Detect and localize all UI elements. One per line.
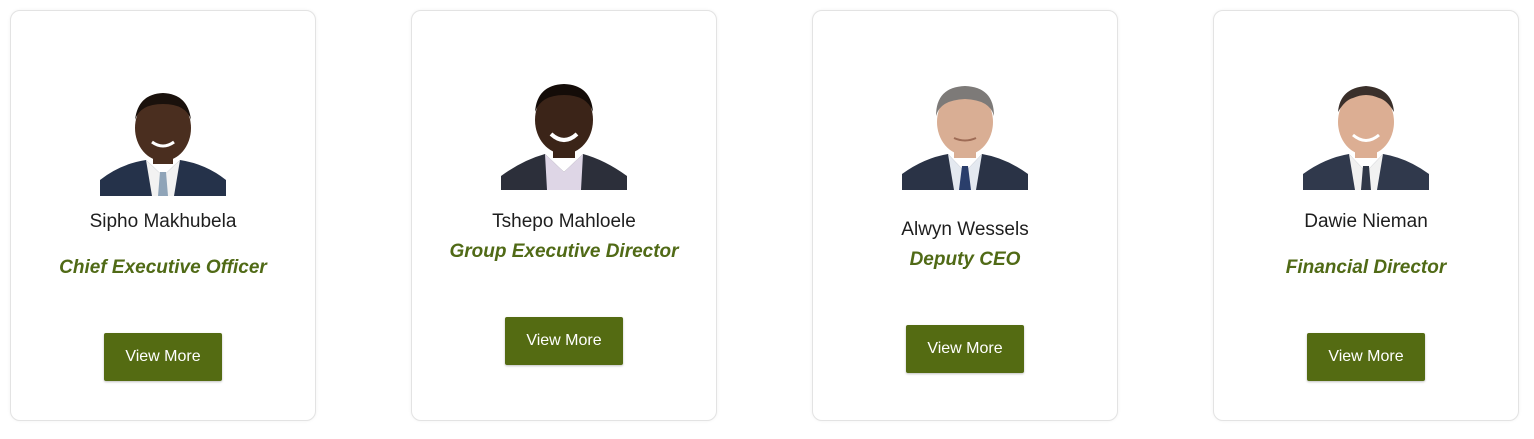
portrait-image xyxy=(501,78,627,190)
member-name: Tshepo Mahloele xyxy=(492,211,636,232)
view-more-button[interactable]: View More xyxy=(505,317,623,365)
team-card: Sipho Makhubela Chief Executive Officer … xyxy=(10,10,316,421)
portrait-photo xyxy=(501,78,627,190)
view-more-button[interactable]: View More xyxy=(1307,333,1425,381)
portrait-image xyxy=(1303,78,1429,190)
team-card: Dawie Nieman Financial Director View Mor… xyxy=(1213,10,1519,421)
team-cards: Sipho Makhubela Chief Executive Officer … xyxy=(0,0,1534,439)
member-role: Deputy CEO xyxy=(909,249,1021,270)
portrait-image xyxy=(100,84,226,196)
view-more-button[interactable]: View More xyxy=(906,325,1024,373)
portrait-image xyxy=(902,78,1028,190)
view-more-button[interactable]: View More xyxy=(104,333,222,381)
member-name: Alwyn Wessels xyxy=(901,219,1029,240)
member-role: Financial Director xyxy=(1285,257,1447,278)
team-card: Alwyn Wessels Deputy CEO View More xyxy=(812,10,1118,421)
member-role: Chief Executive Officer xyxy=(59,257,267,278)
member-name: Dawie Nieman xyxy=(1304,211,1428,232)
portrait-photo xyxy=(1303,78,1429,190)
member-name: Sipho Makhubela xyxy=(89,211,237,232)
team-card: Tshepo Mahloele Group Executive Director… xyxy=(411,10,717,421)
portrait-photo xyxy=(100,84,226,196)
member-role: Group Executive Director xyxy=(449,241,679,262)
portrait-photo xyxy=(902,78,1028,190)
